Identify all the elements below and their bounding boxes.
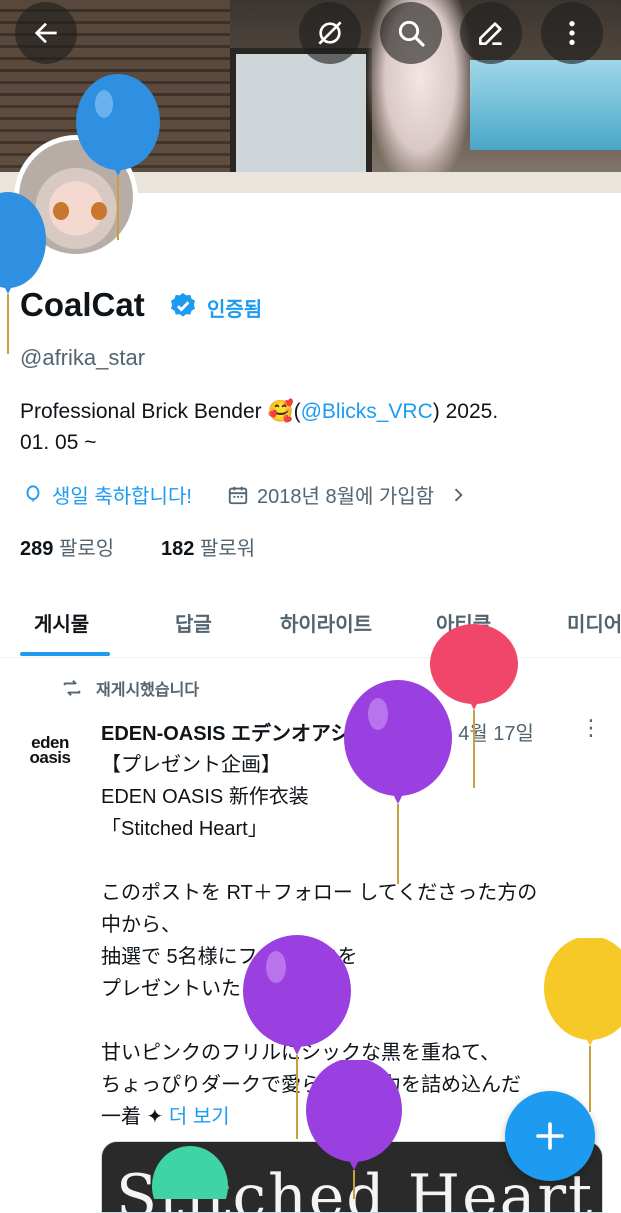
post-line: プレゼントいたします 🎁 — [101, 978, 332, 1000]
bio-line-2: 01. 05 ~ — [20, 431, 97, 454]
post-line — [101, 1005, 611, 1037]
post-more-button[interactable]: ⋮ — [580, 715, 602, 741]
profile-bio: Professional Brick Bender 🥰(@Blicks_VRC)… — [20, 396, 600, 458]
show-more-link[interactable]: 더 보기 — [169, 1106, 230, 1128]
birthday-balloon-blue — [0, 192, 46, 354]
banner-window — [230, 48, 372, 190]
birthday-balloon-purple — [344, 680, 452, 884]
grok-icon — [318, 21, 342, 45]
tab-replies[interactable]: 답글 — [175, 608, 212, 637]
repost-label: 재게시했습니다 — [96, 682, 200, 699]
banner-sea — [470, 60, 621, 150]
verified-badge-icon[interactable] — [168, 291, 198, 321]
repost-header: 재게시했습니다 — [60, 676, 199, 700]
back-button[interactable] — [15, 2, 77, 64]
active-tab-indicator — [20, 652, 110, 656]
edit-button[interactable] — [460, 2, 522, 64]
tab-posts[interactable]: 게시물 — [34, 608, 89, 637]
plus-icon — [536, 1122, 564, 1150]
post-author-avatar[interactable]: eden oasis — [18, 718, 82, 782]
followers-count: 182 — [161, 538, 195, 560]
grok-button[interactable] — [299, 2, 361, 64]
compose-post-button[interactable] — [505, 1091, 595, 1181]
following-count: 289 — [20, 538, 54, 560]
post-line: 一着 ✦ — [101, 1106, 164, 1128]
followers-link[interactable]: 182 팔로워 — [161, 532, 255, 561]
profile-tabs: 게시물 답글 하이라이트 아티클 미디어 — [0, 600, 621, 658]
bio-text: Professional Brick Bender 🥰( — [20, 400, 301, 423]
bio-mention-link[interactable]: @Blicks_VRC — [301, 400, 433, 423]
avatar-eye-left — [53, 202, 69, 220]
birthday-text: 생일 축하합니다! — [52, 486, 192, 508]
followers-label: 팔로워 — [199, 538, 256, 560]
more-button[interactable] — [541, 2, 603, 64]
following-link[interactable]: 289 팔로잉 — [20, 532, 114, 561]
joined-item[interactable]: 2018년 8월에 가입함 — [227, 480, 468, 509]
post-author-name[interactable]: EDEN-OASIS エデンオアシ... — [101, 717, 367, 746]
avatar-logo-line2: oasis — [29, 748, 71, 767]
edit-icon — [479, 22, 502, 45]
search-icon — [398, 20, 425, 47]
birthday-balloon-blue — [76, 74, 160, 240]
birthday-balloon-teal — [152, 1146, 228, 1199]
verified-label[interactable]: 인증됨 — [207, 293, 262, 322]
balloon-icon — [26, 484, 40, 501]
repost-icon — [63, 680, 81, 696]
bio-text-suffix: ) 2025. — [432, 400, 499, 423]
post-line: 抽選で 5名様にフルパックを — [101, 946, 358, 968]
back-arrow-icon — [34, 22, 57, 44]
birthday-item[interactable]: 생일 축하합니다! — [22, 480, 192, 509]
calendar-icon — [228, 486, 248, 504]
following-label: 팔로잉 — [58, 538, 115, 560]
joined-text: 2018년 8월에 가입함 — [257, 486, 435, 508]
tab-media[interactable]: 미디어 — [567, 608, 621, 637]
tab-highlights[interactable]: 하이라이트 — [280, 608, 372, 637]
search-button[interactable] — [380, 2, 442, 64]
more-vertical-icon — [569, 21, 575, 45]
post-line: 中から、 — [101, 914, 181, 936]
birthday-balloon-purple — [306, 1060, 402, 1199]
chevron-right-icon — [454, 488, 463, 501]
